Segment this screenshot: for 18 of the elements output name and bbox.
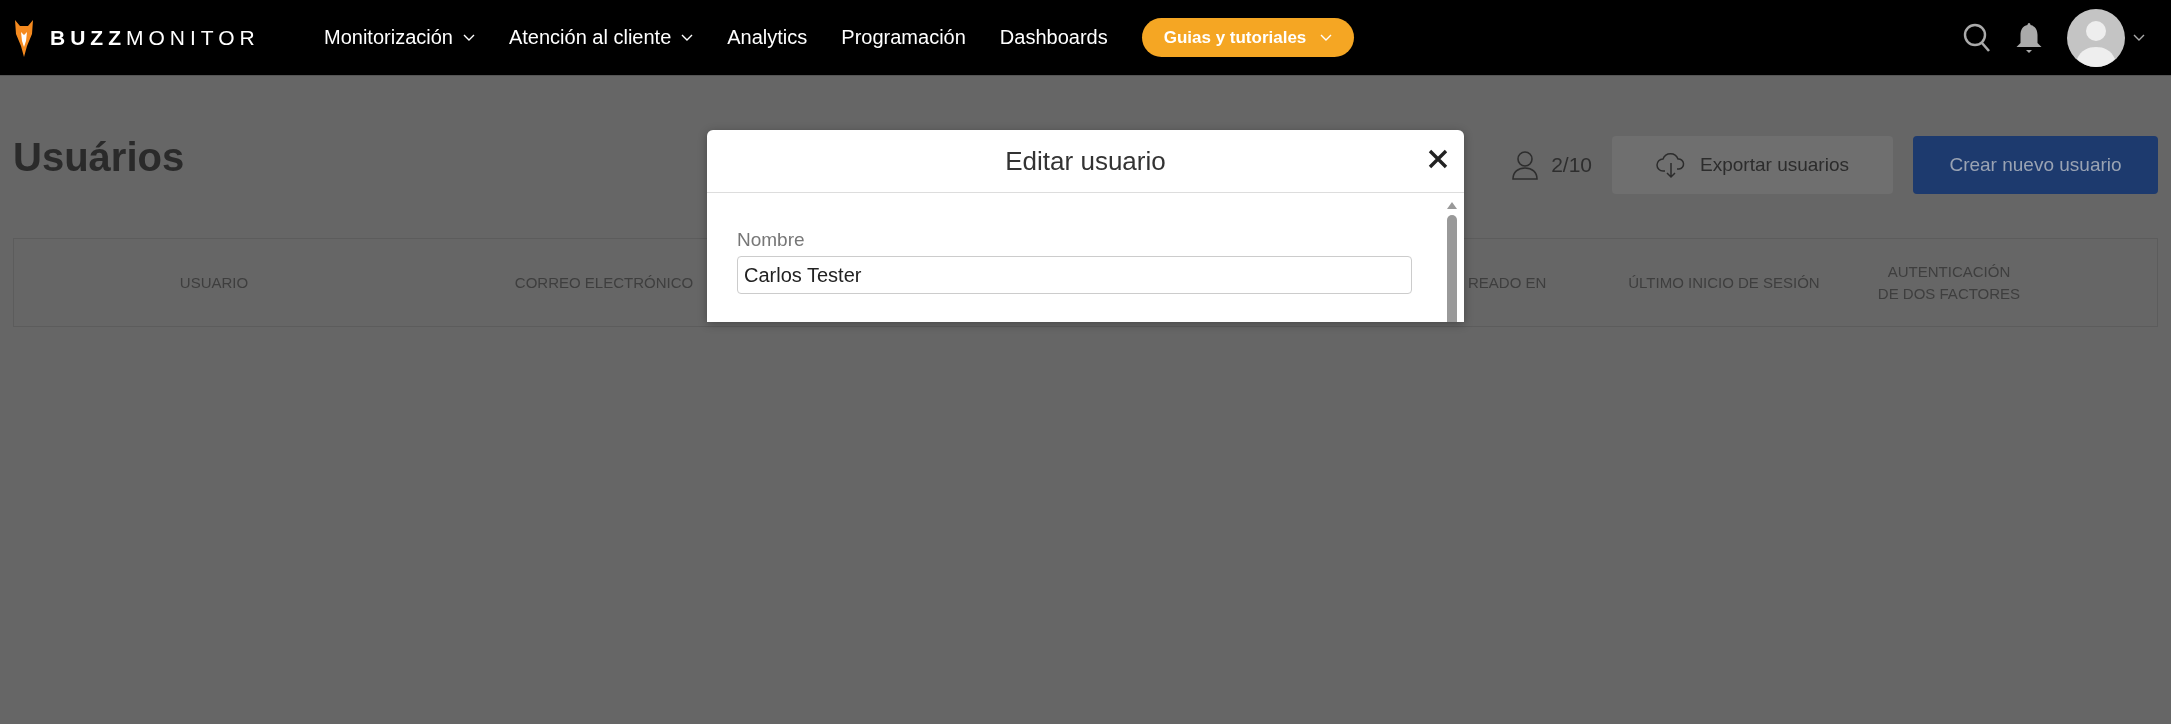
dialog-title: Editar usuario — [1005, 145, 1166, 177]
nav-menu-item[interactable]: Atención al cliente — [508, 26, 694, 49]
nav-menu-item[interactable]: Programación — [841, 26, 966, 49]
cloud-download-icon — [1656, 151, 1687, 179]
close-icon[interactable] — [1426, 147, 1450, 171]
search-icon[interactable] — [1963, 22, 1991, 53]
user-count: 2/10 — [1551, 153, 1592, 177]
chevron-down-icon — [2133, 33, 2145, 42]
field-label: Nombre — [737, 229, 806, 251]
page-title: Usuários — [13, 134, 185, 180]
user-avatar-icon[interactable] — [2067, 8, 2125, 67]
nav-menu-item[interactable]: Analytics — [727, 26, 808, 49]
name-input-field[interactable]: Carlos Tester — [737, 256, 1412, 294]
nav-menu-item[interactable]: Monitorización — [324, 26, 475, 49]
nav-menu-item[interactable]: Dashboards — [999, 26, 1108, 49]
create-user-button[interactable]: Crear nuevo usuario — [1913, 136, 2158, 194]
notification-bell-icon[interactable] — [2015, 20, 2043, 55]
user-outline-icon — [1511, 150, 1540, 180]
